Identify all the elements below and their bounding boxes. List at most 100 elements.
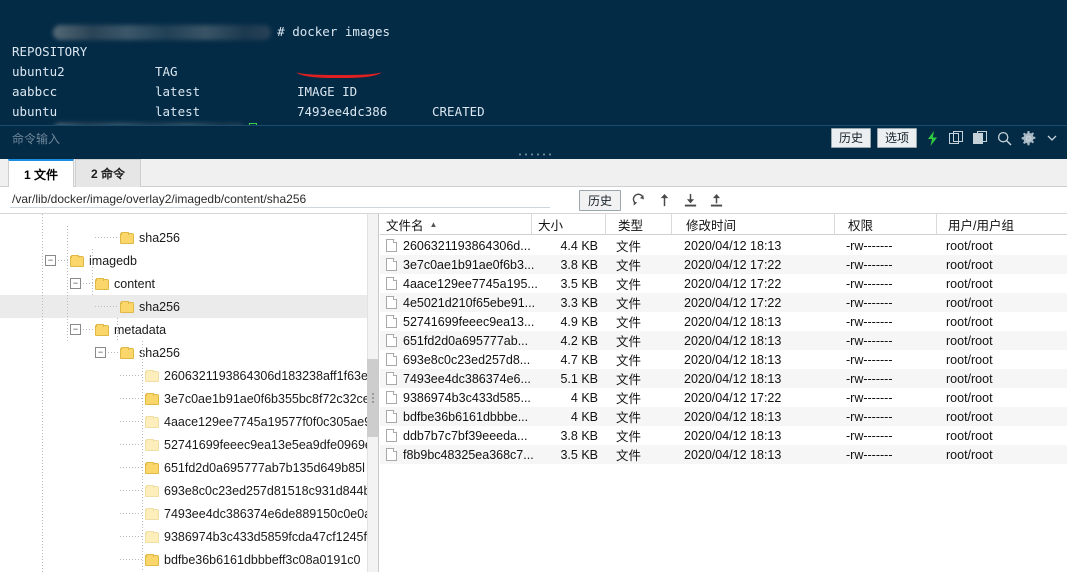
file-modified-cell: 2020/04/12 17:22 [684, 276, 782, 291]
table-row[interactable]: ddb7b7c7bf39eeeda... 3.8 KB 文件 2020/04/12 1… [380, 426, 1067, 445]
tab-commands[interactable]: 2 命令 [75, 159, 141, 187]
file-icon [386, 258, 397, 271]
column-header-modified[interactable]: 修改时间 [680, 214, 835, 235]
tree-node[interactable]: sha256 [0, 226, 368, 249]
parent-directory-icon[interactable] [656, 192, 673, 209]
tree-scrollbar-track[interactable] [367, 214, 378, 572]
file-owner-cell: root/root [946, 428, 993, 443]
column-header-size[interactable]: 大小 [532, 214, 606, 235]
path-history-button[interactable]: 历史 [578, 189, 621, 211]
table-row[interactable]: 2606321193864306d... 4.4 KB 文件 2020/04/12 1… [380, 236, 1067, 255]
chevron-down-icon[interactable] [1043, 129, 1061, 147]
tree-node[interactable]: 693e8c0c23ed257d81518c931d844b [0, 479, 370, 502]
search-icon[interactable] [995, 129, 1013, 147]
file-name-label: f8b9bc48325ea368c7... [403, 447, 534, 462]
tree-node-label: 7493ee4dc386374e6de889150c0e0a [164, 506, 372, 521]
table-row[interactable]: 651fd2d0a695777ab... 4.2 KB 文件 2020/04/12 1… [380, 331, 1067, 350]
tree-collapse-icon[interactable]: − [70, 278, 81, 289]
tree-node-label: sha256 [139, 230, 181, 245]
folder-icon [145, 553, 159, 566]
paste-icon[interactable] [971, 129, 989, 147]
file-name-cell: 2606321193864306d... [380, 236, 532, 255]
download-icon[interactable] [682, 192, 699, 209]
file-icon [386, 296, 397, 309]
copy-icon[interactable] [947, 129, 965, 147]
column-header-owner[interactable]: 用户/用户组 [942, 214, 1067, 235]
directory-tree-pane[interactable]: sha256− imagedb − content sha256− metadata − sh… [0, 214, 379, 572]
file-type-cell: 文件 [616, 373, 642, 387]
tree-guide-line [142, 341, 143, 572]
column-header-filename[interactable]: 文件名 ▲ [380, 214, 532, 235]
file-name-label: 3e7c0ae1b91ae0f6b3... [403, 257, 535, 272]
path-input[interactable]: /var/lib/docker/image/overlay2/imagedb/c… [10, 192, 550, 208]
file-list-pane[interactable]: 文件名 ▲ 大小 类型 修改时间 权限 用户/用户组 2606321193864… [380, 214, 1067, 572]
tree-node[interactable]: 7493ee4dc386374e6de889150c0e0a [0, 502, 372, 525]
table-row[interactable]: 9386974b3c433d585... 4 KB 文件 2020/04/12 17:… [380, 388, 1067, 407]
column-header-type[interactable]: 类型 [612, 214, 672, 235]
tree-guide-line [67, 226, 68, 341]
file-size-cell: 4.2 KB [560, 333, 598, 348]
folder-icon [145, 415, 159, 428]
file-modified-cell: 2020/04/12 18:13 [684, 238, 782, 253]
splitter-grip[interactable] [516, 153, 551, 156]
tree-node[interactable]: bdfbe36b6161dbbbeff3c08a0191c0 [0, 548, 368, 571]
table-row[interactable]: 3e7c0ae1b91ae0f6b3... 3.8 KB 文件 2020/04/12 … [380, 255, 1067, 274]
table-row[interactable]: 7493ee4dc386374e6... 5.1 KB 文件 2020/04/12 1… [380, 369, 1067, 388]
tree-node-label: 651fd2d0a695777ab7b135d649b85l [164, 460, 365, 475]
tree-node[interactable]: − metadata [0, 318, 368, 341]
file-permissions-cell: -rw------- [846, 390, 893, 405]
header-created: CREATED [432, 104, 485, 119]
tree-collapse-icon[interactable]: − [45, 255, 56, 266]
tree-collapse-icon[interactable]: − [70, 324, 81, 335]
file-name-cell: 693e8c0c23ed257d8... [380, 350, 532, 369]
tree-node[interactable]: 2606321193864306d183238aff1f63e [0, 364, 368, 387]
file-size-cell: 5.1 KB [560, 371, 598, 386]
lightning-icon[interactable] [923, 129, 941, 147]
folder-icon [145, 369, 159, 382]
folder-icon [145, 530, 159, 543]
terminal-input-line[interactable] [0, 100, 258, 125]
table-row[interactable]: 52741699feeec9ea13... 4.9 KB 文件 2020/04/12 … [380, 312, 1067, 331]
file-permissions-cell: -rw------- [846, 447, 893, 462]
file-name-label: 4aace129ee7745a195... [403, 276, 538, 291]
tree-node[interactable]: 4aace129ee7745a19577f0f0c305ae9 [0, 410, 371, 433]
table-row[interactable]: f8b9bc48325ea368c7... 3.5 KB 文件 2020/04/12 … [380, 445, 1067, 464]
tree-node[interactable]: sha256 [0, 295, 368, 318]
file-size-cell: 3.5 KB [560, 447, 598, 462]
refresh-icon[interactable] [630, 192, 647, 209]
file-name-cell: 7493ee4dc386374e6... [380, 369, 532, 388]
tree-node[interactable]: 52741699feeec9ea13e5ea9dfe0969e [0, 433, 372, 456]
tree-node[interactable]: − content [0, 272, 368, 295]
tree-node[interactable]: 3e7c0ae1b91ae0f6b355bc8f72c32ce [0, 387, 370, 410]
panel-splitter[interactable] [0, 150, 1067, 159]
table-row[interactable]: 4e5021d210f65ebe91... 3.3 KB 文件 2020/04/12 … [380, 293, 1067, 312]
column-header-permissions[interactable]: 权限 [842, 214, 937, 235]
table-row[interactable]: bdfbe36b6161dbbbe... 4 KB 文件 2020/04/12 18:… [380, 407, 1067, 426]
terminal-command: # docker images [277, 24, 391, 39]
file-name-cell: 651fd2d0a695777ab... [380, 331, 532, 350]
tree-scrollbar-thumb[interactable] [367, 359, 378, 437]
file-owner-cell: root/root [946, 276, 993, 291]
file-icon [386, 391, 397, 404]
tree-connector [95, 237, 119, 238]
table-row[interactable]: 693e8c0c23ed257d8... 4.7 KB 文件 2020/04/12 1… [380, 350, 1067, 369]
terminal-output[interactable]: # docker images REPOSITORY TAG IMAGE ID … [0, 0, 1067, 125]
tree-collapse-icon[interactable]: − [95, 347, 106, 358]
terminal-options-button[interactable]: 选项 [876, 128, 917, 148]
terminal-image-row: aabbcc latest 9386974b3c43 31 hours ago … [0, 62, 387, 125]
tree-node[interactable]: 651fd2d0a695777ab7b135d649b85l [0, 456, 368, 479]
file-modified-cell: 2020/04/12 18:13 [684, 428, 782, 443]
tree-node[interactable]: − imagedb [0, 249, 368, 272]
tree-node[interactable]: − sha256 [0, 341, 368, 364]
table-row[interactable]: 4aace129ee7745a195... 3.5 KB 文件 2020/04/12 … [380, 274, 1067, 293]
file-permissions-cell: -rw------- [846, 276, 893, 291]
gear-icon[interactable] [1019, 129, 1037, 147]
terminal-history-button[interactable]: 历史 [830, 128, 871, 148]
tree-node[interactable]: 9386974b3c433d5859fcda47cf1245f [0, 525, 368, 548]
upload-icon[interactable] [708, 192, 725, 209]
file-name-label: 7493ee4dc386374e6... [403, 371, 531, 386]
file-list-header: 文件名 ▲ 大小 类型 修改时间 权限 用户/用户组 [380, 214, 1067, 235]
tab-files[interactable]: 1 文件 [8, 159, 74, 187]
annotation-underline-image-id [297, 72, 381, 78]
file-name-cell: 9386974b3c433d585... [380, 388, 532, 407]
